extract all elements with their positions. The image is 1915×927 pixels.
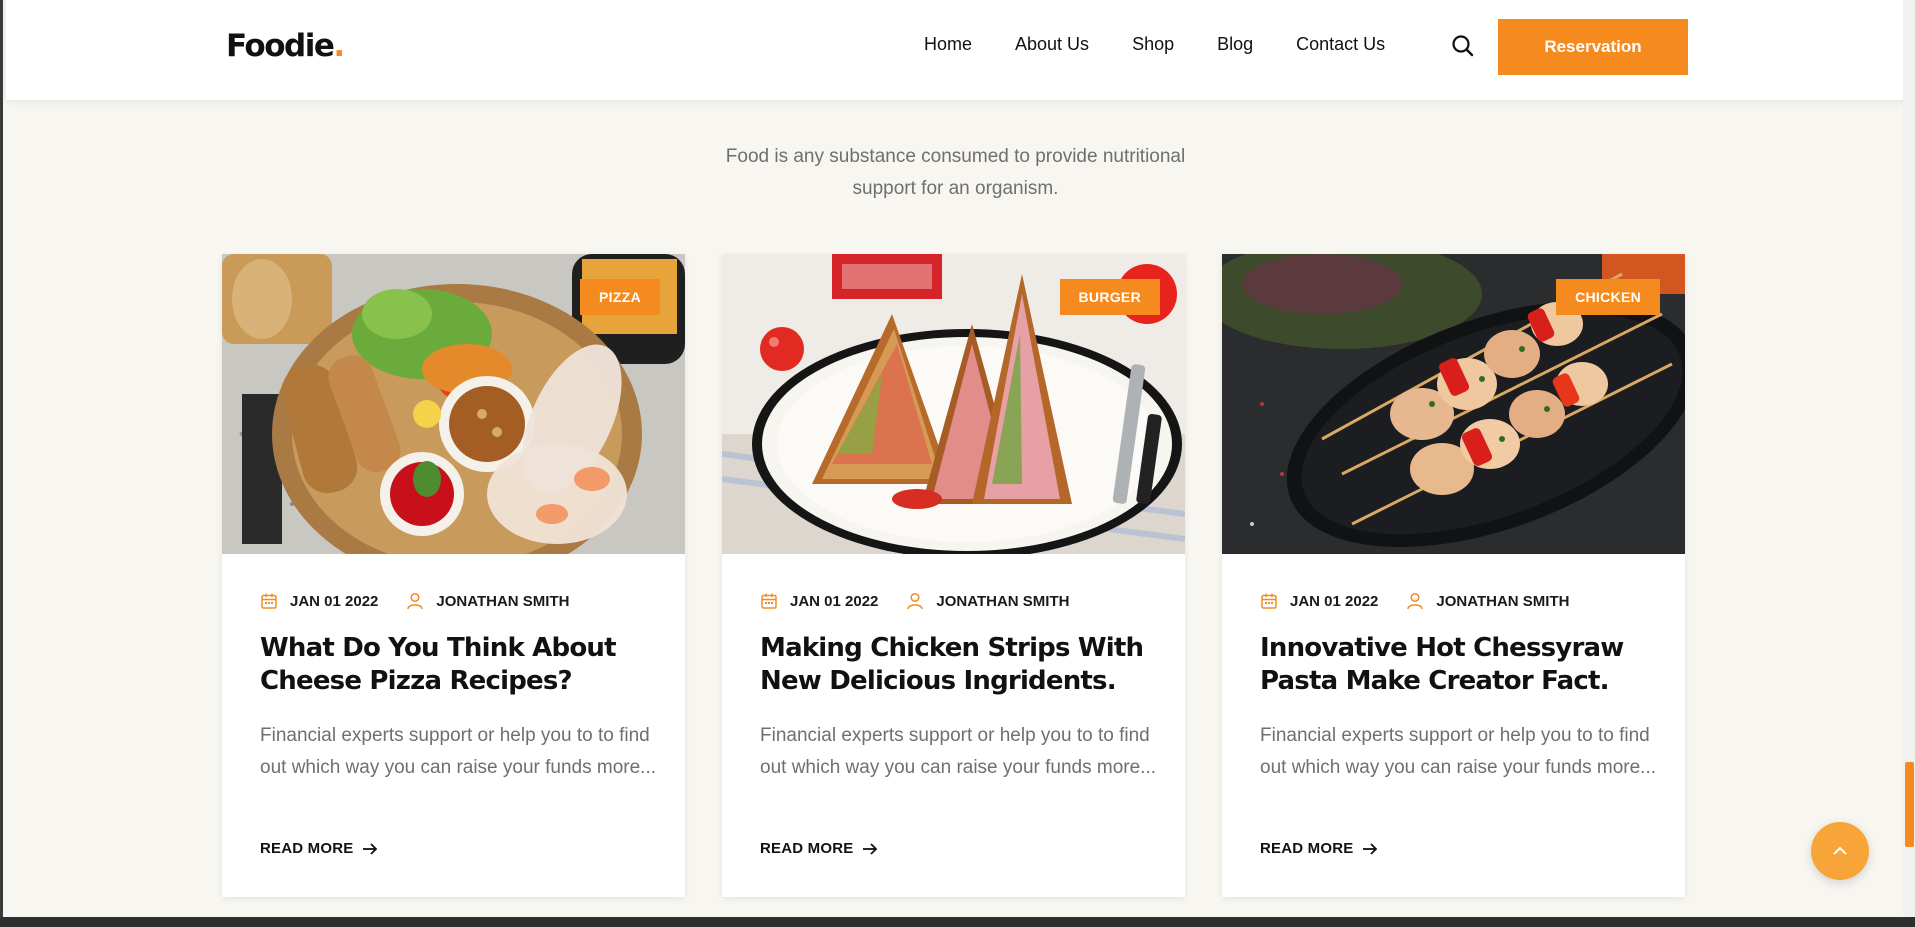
page: Foodie. Home About Us Shop Blog Contact … bbox=[0, 0, 1903, 927]
post-author[interactable]: JONATHAN SMITH bbox=[936, 593, 1069, 610]
post-date: JAN 01 2022 bbox=[790, 592, 879, 610]
post-excerpt: Financial experts support or help you to… bbox=[260, 725, 657, 778]
calendar-icon bbox=[761, 593, 777, 609]
read-more-link[interactable]: READ MORE bbox=[760, 840, 878, 857]
blog-card: BURGER JAN 01 2022 JONATHAN SMITH Making… bbox=[722, 254, 1185, 897]
card-meta: JAN 01 2022 JONATHAN SMITH bbox=[260, 592, 569, 610]
site-header: Foodie. Home About Us Shop Blog Contact … bbox=[6, 0, 1903, 100]
user-icon bbox=[1407, 592, 1424, 610]
card-meta: JAN 01 2022 JONATHAN SMITH bbox=[760, 592, 1069, 610]
section-subtitle: Food is any substance consumed to provid… bbox=[725, 146, 1186, 199]
read-more-link[interactable]: READ MORE bbox=[1260, 840, 1378, 857]
read-more-label: READ MORE bbox=[760, 840, 854, 857]
card-image[interactable]: PIZZA bbox=[222, 254, 685, 554]
post-author[interactable]: JONATHAN SMITH bbox=[1436, 593, 1569, 610]
main-nav: Home About Us Shop Blog Contact Us bbox=[924, 34, 1428, 55]
post-date: JAN 01 2022 bbox=[1290, 592, 1379, 610]
arrow-right-icon bbox=[363, 842, 378, 855]
blog-card: CHICKEN JAN 01 2022 JONATHAN SMITH Innov… bbox=[1222, 254, 1685, 897]
card-image[interactable]: BURGER bbox=[722, 254, 1185, 554]
post-title[interactable]: Innovative Hot Chessyraw Pasta Make Crea… bbox=[1260, 632, 1660, 698]
post-date: JAN 01 2022 bbox=[290, 592, 379, 610]
brand-logo[interactable]: Foodie. bbox=[226, 28, 345, 64]
brand-name: Foodie bbox=[226, 28, 335, 64]
search-icon[interactable] bbox=[1450, 33, 1476, 59]
card-image[interactable]: CHICKEN bbox=[1222, 254, 1685, 554]
category-tag[interactable]: CHICKEN bbox=[1556, 279, 1660, 315]
post-author[interactable]: JONATHAN SMITH bbox=[436, 593, 569, 610]
arrow-right-icon bbox=[1363, 842, 1378, 855]
nav-contact-us[interactable]: Contact Us bbox=[1296, 34, 1385, 55]
scroll-to-top-button[interactable] bbox=[1811, 822, 1869, 880]
read-more-label: READ MORE bbox=[260, 840, 354, 857]
user-icon bbox=[907, 592, 924, 610]
post-title[interactable]: What Do You Think About Cheese Pizza Rec… bbox=[260, 632, 660, 698]
chevron-up-icon bbox=[1833, 846, 1847, 855]
scrollbar[interactable] bbox=[1903, 0, 1915, 927]
read-more-link[interactable]: READ MORE bbox=[260, 840, 378, 857]
post-excerpt: Financial experts support or help you to… bbox=[1260, 725, 1657, 778]
category-tag[interactable]: PIZZA bbox=[580, 279, 660, 315]
window-bottom-edge bbox=[0, 917, 1915, 927]
category-tag[interactable]: BURGER bbox=[1059, 279, 1160, 315]
nav-blog[interactable]: Blog bbox=[1217, 34, 1253, 55]
nav-about-us[interactable]: About Us bbox=[1015, 34, 1089, 55]
calendar-icon bbox=[1261, 593, 1277, 609]
post-excerpt: Financial experts support or help you to… bbox=[760, 725, 1157, 778]
blog-card: PIZZA JAN 01 2022 JONATHAN SMITH What Do… bbox=[222, 254, 685, 897]
post-title[interactable]: Making Chicken Strips With New Delicious… bbox=[760, 632, 1160, 698]
scrollbar-thumb[interactable] bbox=[1905, 762, 1914, 847]
nav-home[interactable]: Home bbox=[924, 34, 972, 55]
card-meta: JAN 01 2022 JONATHAN SMITH bbox=[1260, 592, 1569, 610]
calendar-icon bbox=[261, 593, 277, 609]
nav-shop[interactable]: Shop bbox=[1132, 34, 1174, 55]
arrow-right-icon bbox=[863, 842, 878, 855]
user-icon bbox=[407, 592, 424, 610]
reservation-button[interactable]: Reservation bbox=[1498, 19, 1688, 75]
read-more-label: READ MORE bbox=[1260, 840, 1354, 857]
brand-dot: . bbox=[333, 28, 345, 64]
